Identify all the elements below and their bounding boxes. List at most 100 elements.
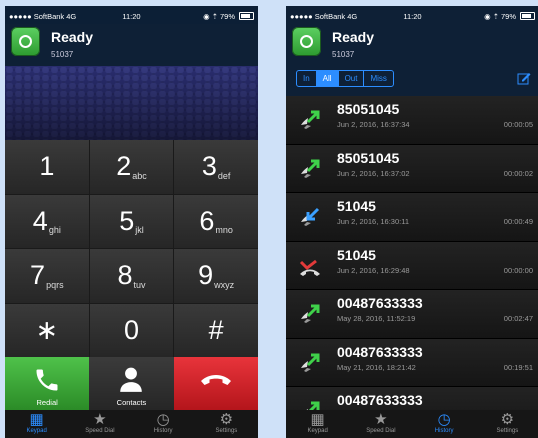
clock-icon: ◷ [437,411,451,428]
star-icon: ★ [93,411,107,428]
list-item[interactable]: 00487633333 [286,387,538,410]
dial-display[interactable] [5,66,258,140]
keypad-icon: ▦ [310,411,325,428]
call-date: Jun 2, 2016, 16:37:34 [337,120,410,129]
call-duration: 00:00:49 [503,217,533,226]
missed-call-icon [299,259,320,276]
key-4[interactable]: 4 ghi [5,194,89,248]
history-screen: ●●●●● SoftBank 4G 11:20 ◉ ⇡ 79% Ready 5103… [286,6,538,438]
redial-button[interactable]: Redial [5,357,90,410]
filter-all[interactable]: All [315,71,338,86]
registration-status: Ready [51,29,94,45]
gear-icon: ⚙ [500,411,515,428]
call-number: 00487633333 [337,343,423,360]
key-5[interactable]: 5 jkl [89,194,174,248]
edit-icon[interactable] [517,71,531,85]
tab-speed-dial[interactable]: ★ Speed Dial [349,410,412,438]
key-hash[interactable]: # [174,303,258,357]
filter-miss[interactable]: Miss [363,71,392,86]
registration-status: Ready [332,29,375,45]
list-item[interactable]: 00487633333 May 21, 2016, 18:21:42 00:19… [286,338,538,387]
outgoing-call-icon [301,110,320,129]
call-date: Jun 2, 2016, 16:29:48 [337,265,410,275]
gear-icon: ⚙ [219,411,234,428]
call-date: Jun 2, 2016, 16:30:11 [337,217,410,226]
tab-speed-dial[interactable]: ★ Speed Dial [68,410,131,438]
call-number: 85051045 [337,101,400,117]
app-logo-icon [11,27,40,56]
bluetooth-icon: ⇡ [211,11,218,21]
battery-percent: 79% [219,11,235,21]
clock-icon: ◷ [156,411,170,428]
call-duration: 00:00:02 [503,168,533,178]
tab-keypad[interactable]: ▦ Keypad [5,410,68,438]
outgoing-call-icon [306,401,320,410]
tab-settings[interactable]: ⚙ Settings [476,410,538,438]
call-date: May 28, 2016, 11:52:19 [337,314,416,323]
key-0[interactable]: 0 [89,303,174,357]
status-bar: ●●●●● SoftBank 4G 11:20 ◉ ⇡ 79% [286,6,538,26]
call-date: May 21, 2016, 18:21:42 [337,362,416,372]
call-duration: 00:00:00 [503,265,533,275]
call-number: 51045 [337,198,376,214]
hangup-icon [200,374,231,385]
tab-keypad[interactable]: ▦ Keypad [286,410,349,438]
call-number: 00487633333 [337,295,423,311]
history-filter: In All Out Miss [296,70,394,87]
battery-icon [239,12,254,20]
call-history-list: 85051045 Jun 2, 2016, 16:37:34 00:00:05 … [286,96,538,410]
app-logo-icon [292,27,321,56]
contacts-button[interactable]: Contacts [89,357,174,410]
account-number: 51037 [51,50,74,59]
key-2[interactable]: 2 abc [89,140,174,194]
filter-out[interactable]: Out [337,71,364,86]
key-9[interactable]: 9 wxyz [174,249,258,303]
call-actions: Redial Contacts [5,357,258,410]
call-duration: 00:02:47 [503,314,533,323]
dialpad: 1 2 abc 3 def 4 ghi 5 jkl 6 mno 7 pqrs 8 tuv 9w… [5,140,258,357]
battery-percent: 79% [500,11,516,21]
key-7[interactable]: 7 pqrs [5,249,89,303]
history-filter-bar: In All Out Miss [286,66,538,96]
list-item[interactable]: 00487633333 May 28, 2016, 11:52:19 00:02… [286,290,538,339]
list-item[interactable]: 85051045 Jun 2, 2016, 16:37:02 00:00:02 [286,144,538,193]
battery-icon [520,12,535,20]
star-icon: ★ [374,411,388,428]
location-icon: ◉ [203,11,210,21]
filter-in[interactable]: In [297,71,316,86]
list-item[interactable]: 51045 Jun 2, 2016, 16:29:48 00:00:00 [286,241,538,290]
key-star[interactable]: ∗ [5,303,89,357]
account-number: 51037 [332,50,355,59]
carrier-label: ●●●●● SoftBank 4G [290,11,358,21]
key-8[interactable]: 8 tuv [89,249,174,303]
tab-bar: ▦ Keypad ★ Speed Dial ◷ History ⚙ Settings [286,410,538,438]
tab-settings[interactable]: ⚙ Settings [195,410,258,438]
outgoing-call-icon [301,304,320,323]
call-number: 85051045 [337,149,400,166]
tab-history[interactable]: ◷ History [132,410,195,438]
key-1[interactable]: 1 [5,140,89,194]
key-3[interactable]: 3 def [174,140,258,194]
outgoing-call-icon [301,159,320,178]
tab-bar: ▦ Keypad ★ Speed Dial ◷ History ⚙ Settings [5,410,258,438]
tab-history[interactable]: ◷ History [413,410,476,438]
hangup-button[interactable] [173,357,258,410]
carrier-label: ●●●●● SoftBank 4G [9,11,77,21]
call-number: 00487633333 [337,392,423,408]
bluetooth-icon: ⇡ [492,11,499,21]
call-duration: 00:00:05 [503,120,533,129]
keypad-icon: ▦ [29,411,44,428]
call-number: 51045 [337,246,376,263]
list-item[interactable]: 51045 Jun 2, 2016, 16:30:11 00:00:49 [286,193,538,242]
outgoing-call-icon [301,353,320,372]
key-6[interactable]: 6 mno [174,194,258,248]
call-date: Jun 2, 2016, 16:37:02 [337,168,410,178]
contacts-label: Contacts [116,398,147,407]
list-item[interactable]: 85051045 Jun 2, 2016, 16:37:34 00:00:05 [286,96,538,145]
redial-label: Redial [36,398,58,407]
call-duration: 00:19:51 [503,362,533,372]
app-header: Ready 51037 [286,24,538,66]
incoming-call-icon [301,207,320,226]
phone-icon [36,369,58,390]
person-icon [120,367,143,392]
